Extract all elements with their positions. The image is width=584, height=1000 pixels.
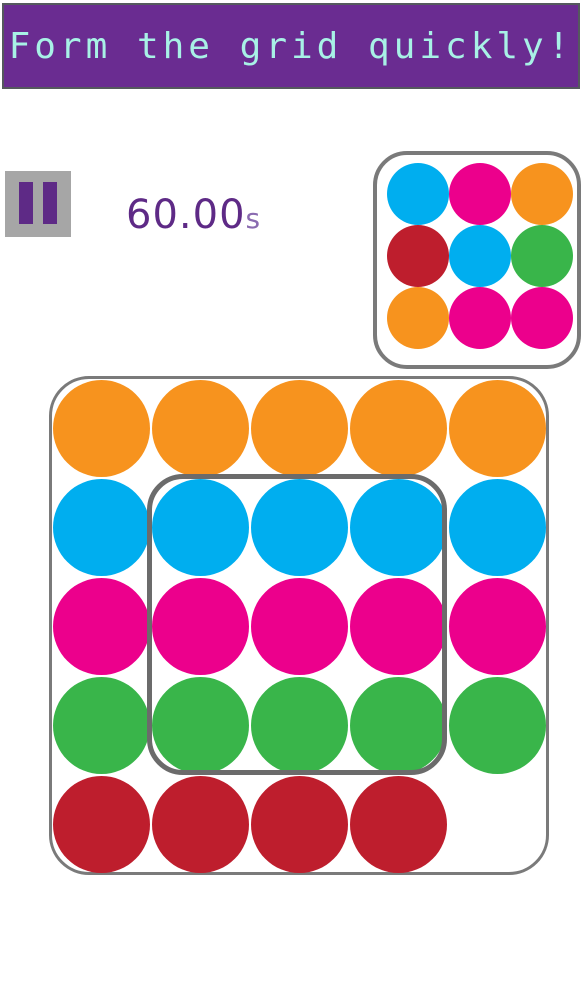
timer-unit: s	[245, 202, 262, 235]
pause-bar-right	[43, 182, 57, 224]
board-dot-orange[interactable]	[53, 380, 150, 477]
board-dot-orange[interactable]	[251, 380, 348, 477]
game-board	[49, 376, 549, 875]
pause-button[interactable]	[5, 171, 71, 237]
board-dot-orange[interactable]	[449, 380, 546, 477]
target-dot-red	[387, 225, 449, 287]
board-dot-blue[interactable]	[152, 479, 249, 576]
board-dot-orange[interactable]	[350, 380, 447, 477]
board-dot-green[interactable]	[449, 677, 546, 774]
board-dot-green[interactable]	[251, 677, 348, 774]
target-dot-pink	[449, 163, 511, 225]
target-dot-pink	[511, 287, 573, 349]
board-dot-red[interactable]	[350, 776, 447, 873]
board-dot-pink[interactable]	[251, 578, 348, 675]
target-pattern-panel	[373, 151, 581, 369]
target-dot-pink	[449, 287, 511, 349]
board-dot-pink[interactable]	[449, 578, 546, 675]
board-dot-blue[interactable]	[251, 479, 348, 576]
title-text: Form the grid quickly!	[8, 25, 574, 67]
pause-bar-left	[19, 182, 33, 224]
board-dot-red[interactable]	[251, 776, 348, 873]
title-banner: Form the grid quickly!	[2, 3, 580, 89]
board-dot-red[interactable]	[152, 776, 249, 873]
board-dot-green[interactable]	[152, 677, 249, 774]
board-dot-pink[interactable]	[152, 578, 249, 675]
target-dot-blue	[449, 225, 511, 287]
board-dot-red[interactable]	[53, 776, 150, 873]
board-dot-green[interactable]	[350, 677, 447, 774]
board-dot-pink[interactable]	[53, 578, 150, 675]
board-dot-green[interactable]	[53, 677, 150, 774]
board-dot-pink[interactable]	[350, 578, 447, 675]
target-dot-blue	[387, 163, 449, 225]
board-dot-blue[interactable]	[350, 479, 447, 576]
board-dot-blue[interactable]	[53, 479, 150, 576]
target-dot-orange	[511, 163, 573, 225]
target-dot-orange	[387, 287, 449, 349]
countdown-timer: 60.00s	[126, 190, 326, 240]
timer-value: 60.00	[126, 192, 246, 238]
target-dot-green	[511, 225, 573, 287]
board-dot-orange[interactable]	[152, 380, 249, 477]
board-dot-blue[interactable]	[449, 479, 546, 576]
